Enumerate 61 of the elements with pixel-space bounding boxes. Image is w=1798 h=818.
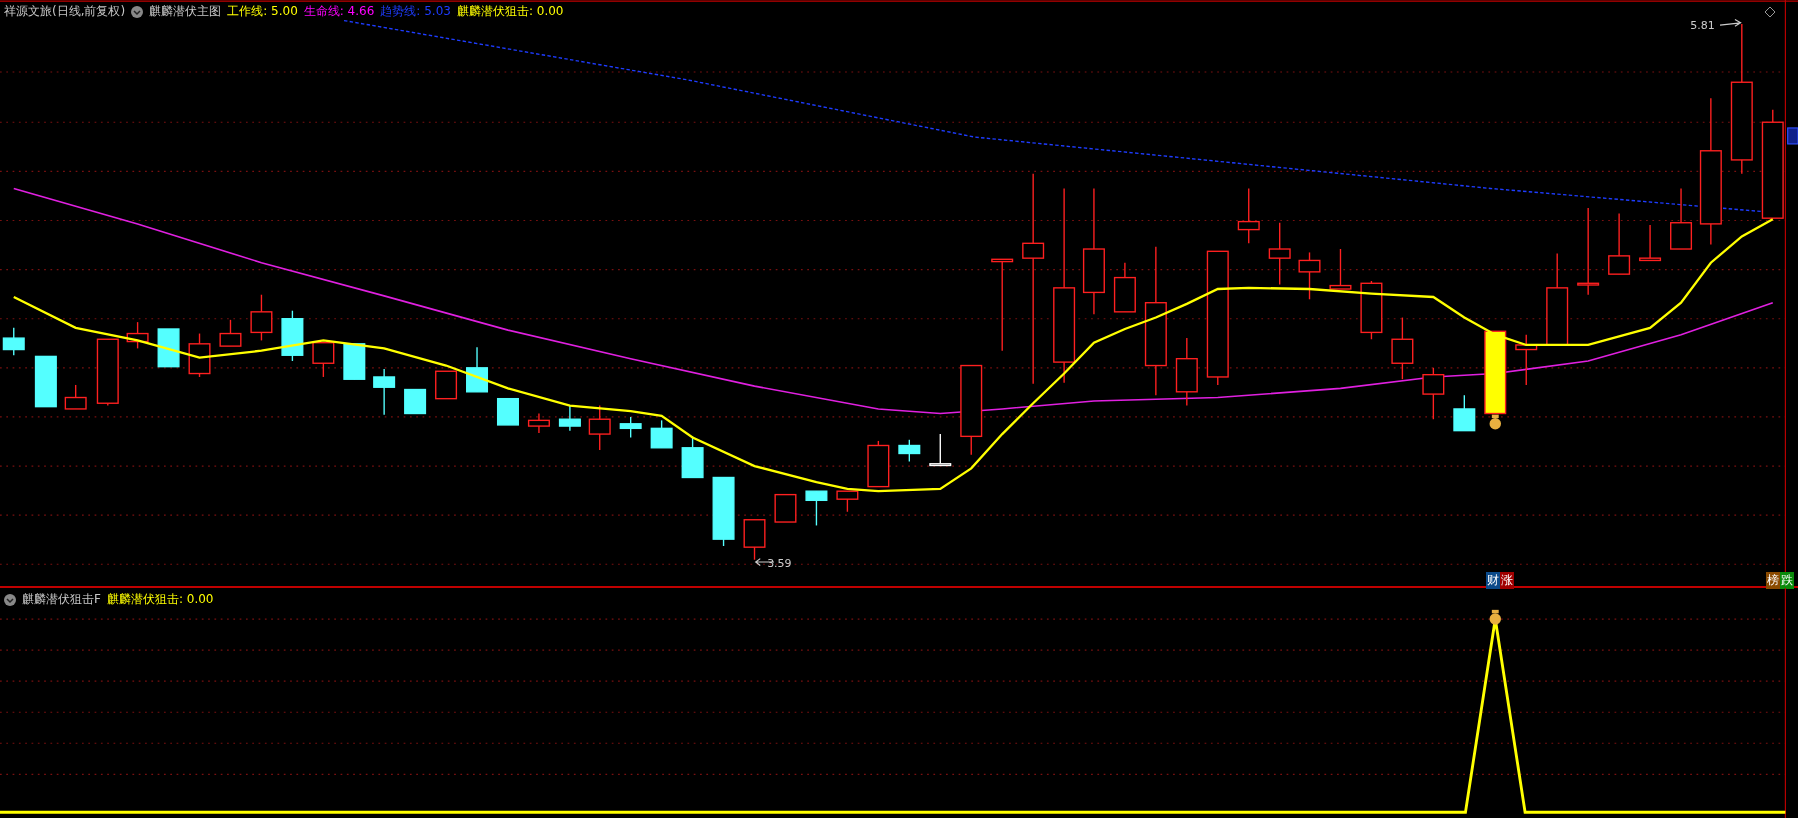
- candlestick: [1329, 248, 1352, 290]
- candlestick: [1237, 187, 1260, 244]
- candlestick: [712, 476, 735, 547]
- money-bag-icon: [1489, 414, 1501, 430]
- candlestick: [1391, 316, 1414, 380]
- candlestick: [2, 327, 25, 356]
- candlestick: [774, 493, 797, 523]
- candlestick: [898, 439, 921, 463]
- candlestick: [1298, 251, 1321, 300]
- candlestick: [1515, 334, 1538, 386]
- collapse-icon[interactable]: [4, 593, 16, 606]
- price-marker: [1787, 127, 1798, 145]
- candlestick: [281, 310, 304, 362]
- legend-value: 麒麟潜伏狙击: 0.00: [456, 3, 564, 20]
- candlestick: [805, 490, 828, 527]
- indicator-name: 麒麟潜伏主图: [149, 3, 222, 20]
- candlestick: [1268, 222, 1291, 286]
- candlestick: [1608, 212, 1631, 275]
- candlestick: [188, 332, 211, 378]
- candlestick: [743, 519, 766, 561]
- high-price-label: 5.81: [1690, 19, 1715, 32]
- legend-value: 趋势线: 5.03: [380, 3, 451, 20]
- collapse-icon[interactable]: [131, 5, 144, 18]
- candlestick: [558, 404, 581, 432]
- candlestick: [404, 388, 427, 415]
- candlestick: [929, 433, 952, 467]
- diamond-icon[interactable]: [1764, 6, 1776, 18]
- candlestick: [1422, 367, 1445, 420]
- candlestick: [250, 294, 273, 342]
- candlestick: [619, 416, 642, 439]
- candlestick: [96, 338, 119, 407]
- candlestick: [1175, 337, 1198, 407]
- legend-value: 麒麟潜伏狙击: 0.00: [106, 591, 214, 608]
- candlestick: [312, 342, 335, 378]
- candlestick: [157, 328, 180, 368]
- candlestick: [126, 321, 149, 350]
- indicator-name: 麒麟潜伏狙击F: [22, 591, 101, 608]
- low-price-label: 3.59: [767, 557, 792, 570]
- candlestick: [836, 490, 859, 513]
- candlestick: [34, 355, 57, 408]
- candlestick: [867, 440, 890, 488]
- candlestick: [527, 412, 550, 434]
- candlestick: [588, 404, 611, 451]
- money-bag-icon: [1489, 609, 1501, 625]
- candlestick: [496, 397, 519, 426]
- candlestick: [1453, 394, 1476, 432]
- candlestick: [435, 370, 458, 400]
- legend-value: 生命线: 4.66: [303, 3, 375, 20]
- candlestick: [64, 384, 87, 410]
- candlestick: [466, 346, 489, 393]
- candlestick: [650, 419, 673, 449]
- candlestick: [343, 343, 366, 380]
- stock-title: 祥源文旅(日线,前复权): [4, 3, 126, 20]
- candlestick: [1670, 187, 1693, 250]
- candlestick: [373, 368, 396, 416]
- candlestick: [219, 319, 242, 347]
- candlestick: [1639, 224, 1662, 262]
- arrow-icon: [1719, 18, 1742, 27]
- legend-value: 工作线: 5.00: [227, 3, 298, 20]
- candlestick: [1360, 280, 1383, 340]
- candlestick: [1113, 262, 1136, 313]
